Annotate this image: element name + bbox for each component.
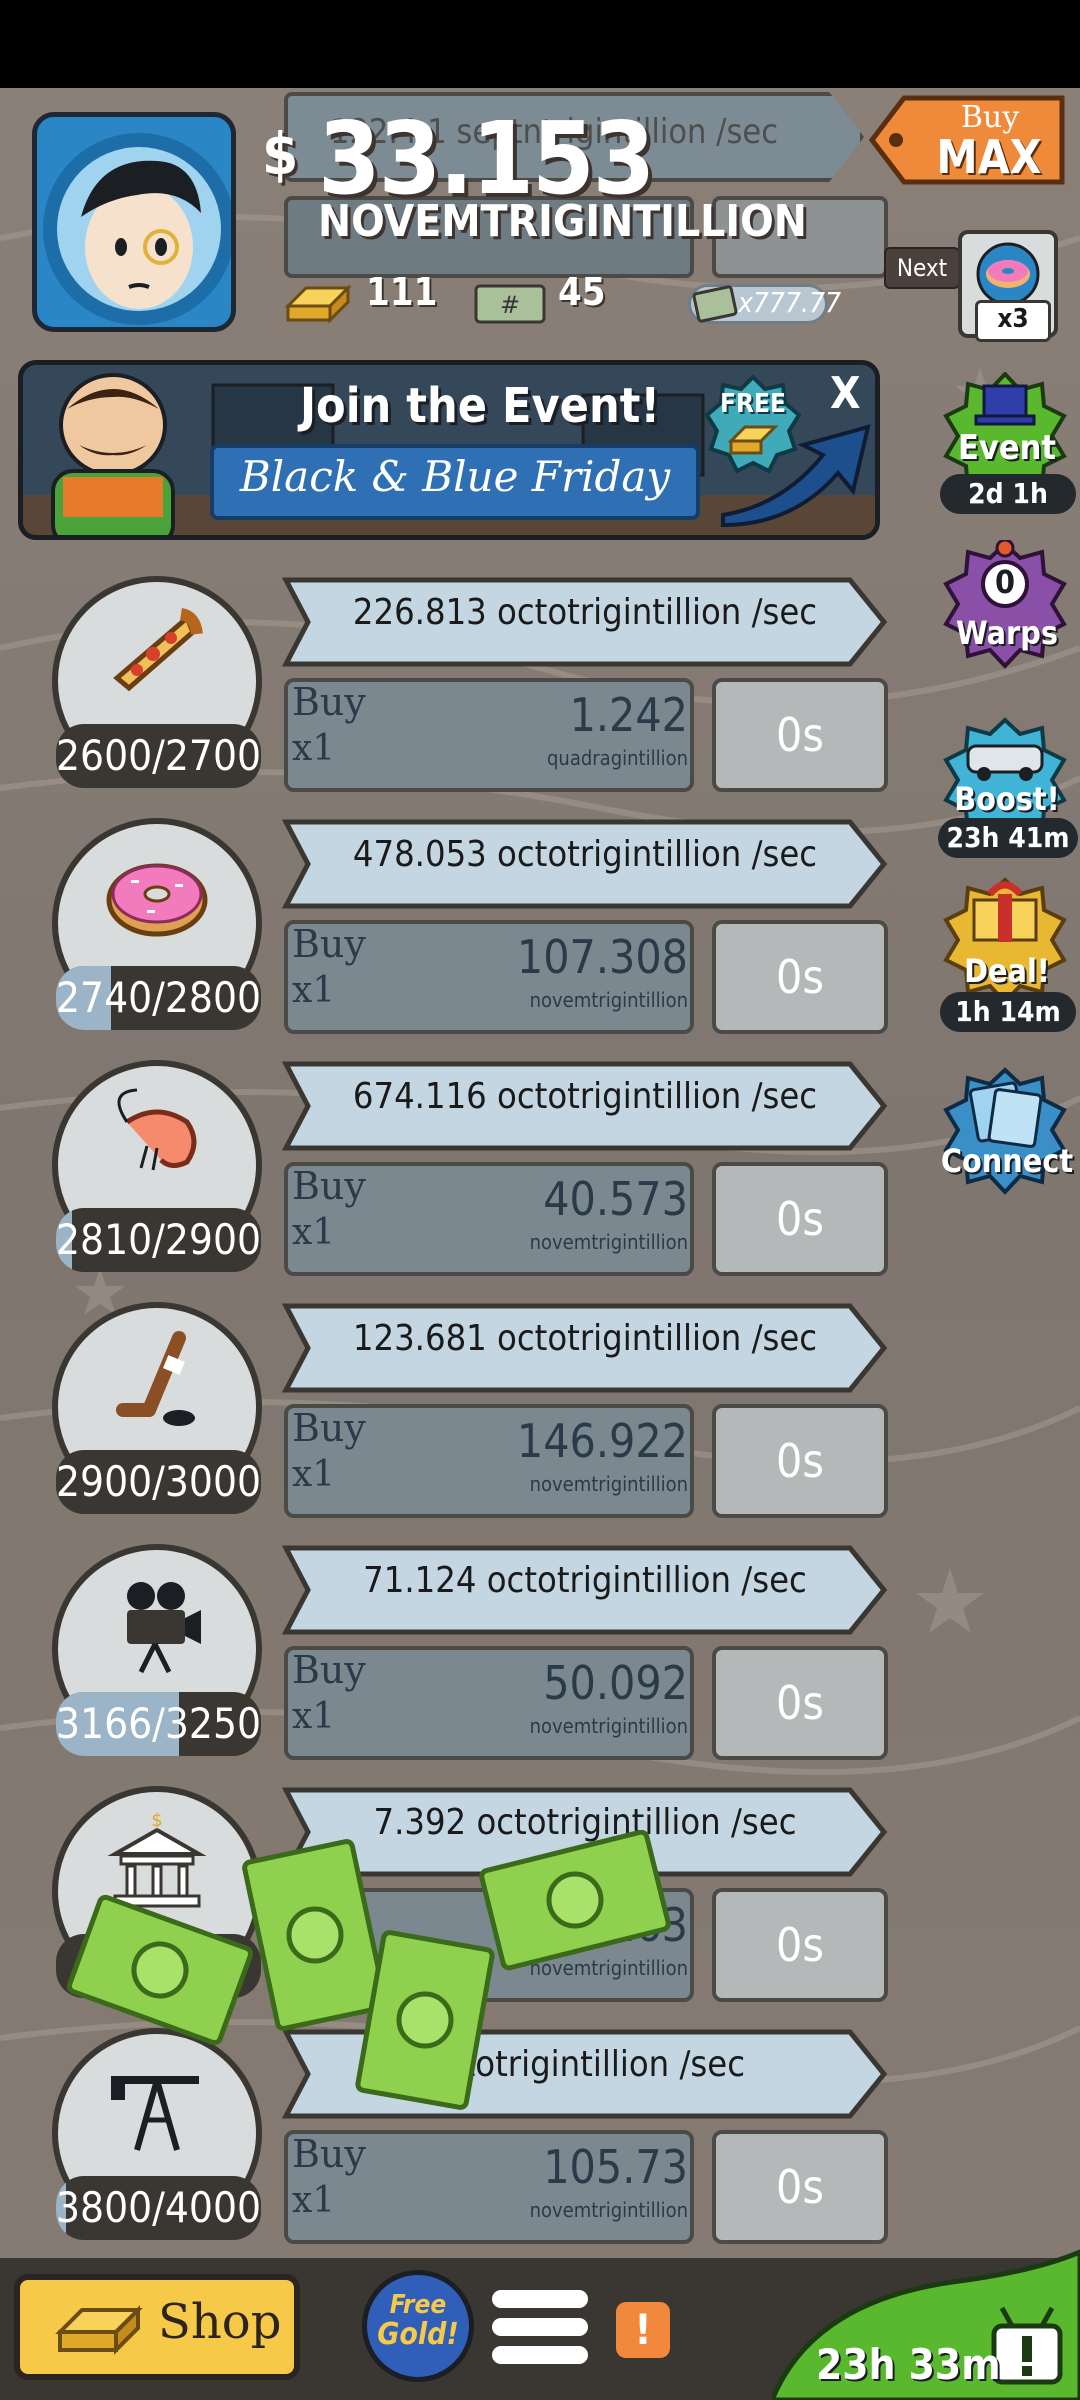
buy-multiplier: x1: [292, 1696, 336, 1737]
business-price: 105.73: [543, 2140, 688, 2194]
gold-bars-icon: [284, 284, 352, 324]
business-timer[interactable]: 0s: [712, 1646, 888, 1760]
buy-label: Buy: [292, 1164, 366, 1208]
shop-label: Shop: [158, 2294, 282, 2350]
buy-max-bottom-label: MAX: [936, 130, 1042, 184]
movie-camera-icon: [127, 1582, 201, 1674]
business-row: 2740/2800 478.053 octotrigintillion /sec…: [0, 818, 1080, 1060]
business-owned-count: 2740/2800: [56, 966, 261, 1030]
business-price-unit: novemtrigintillion: [529, 988, 688, 1012]
menu-icon-bar: [492, 2318, 588, 2336]
banner-close-button[interactable]: X: [830, 368, 861, 419]
free-gold-label-top: Free: [389, 2290, 447, 2320]
business-owned-count-text: 2740/2800: [56, 973, 261, 1022]
business-owned-count-text: 3800/4000: [56, 2183, 261, 2232]
business-price-unit: novemtrigintillion: [529, 1714, 688, 1738]
gold-count: 111: [366, 270, 438, 314]
capitalist-portrait-icon: [43, 133, 231, 325]
business-price: 107.308: [516, 930, 688, 984]
alert-icon[interactable]: !: [616, 2302, 670, 2358]
donut-icon: [106, 863, 208, 937]
business-row: 2810/2900 674.116 octotrigintillion /sec…: [0, 1060, 1080, 1302]
business-owned-count: 2810/2900: [56, 1208, 261, 1272]
business-row: 2900/3000 123.681 octotrigintillion /sec…: [0, 1302, 1080, 1544]
business-price-unit: novemtrigintillion: [529, 2198, 688, 2222]
menu-icon-bar: [492, 2290, 588, 2308]
business-rate-text: 478.053 octotrigintillion /sec: [352, 834, 818, 875]
business-timer[interactable]: 0s: [712, 920, 888, 1034]
donut-icon: [976, 242, 1040, 306]
buy-label: Buy: [292, 1648, 366, 1692]
svg-text:$: $: [151, 1810, 162, 1831]
business-price: 40.573: [543, 1172, 688, 1226]
shrimp-icon: [117, 1088, 197, 1171]
buy-max-button[interactable]: Buy MAX: [852, 92, 1070, 188]
business-rate-text: 123.681 octotrigintillion /sec: [352, 1318, 818, 1359]
event-timer: 2d 1h: [940, 474, 1076, 514]
free-gold-tag: FREE: [704, 374, 802, 479]
tv-timer: 23h 33m: [816, 2340, 1001, 2389]
business-owned-count-text: 2600/2700: [56, 731, 261, 780]
multiplier-value: x777.77: [738, 286, 842, 319]
business-timer[interactable]: 0s: [712, 2130, 888, 2244]
megabucks-count: 45: [558, 270, 606, 314]
business-owned-count: 3166/3250: [56, 1692, 261, 1756]
business-price-unit: novemtrigintillion: [529, 1472, 688, 1496]
business-rate-text: 71.124 octotrigintillion /sec: [363, 1560, 807, 1601]
player-avatar[interactable]: [32, 112, 236, 332]
free-gold-label: Free Gold!: [362, 2290, 474, 2350]
event-subtitle: Black & Blue Friday: [239, 452, 671, 501]
business-owned-count-text: 2900/3000: [56, 1457, 261, 1506]
free-gold-label-bottom: Gold!: [377, 2317, 459, 2352]
business-price: 50.092: [543, 1656, 688, 1710]
menu-icon-bar: [492, 2346, 588, 2364]
event-title: Join the Event!: [300, 378, 661, 434]
hockey-stick-icon: [116, 1331, 195, 1426]
business-owned-count-text: 2810/2900: [56, 1215, 261, 1264]
angel-bill-icon: [692, 285, 738, 323]
buy-label: Buy: [292, 2132, 366, 2176]
buy-label: Buy: [292, 922, 366, 966]
business-timer[interactable]: 0s: [712, 1888, 888, 2002]
buy-multiplier: x1: [292, 970, 336, 1011]
business-row: 3166/3250 71.124 octotrigintillion /sec …: [0, 1544, 1080, 1786]
business-owned-count-text: 3166/3250: [56, 1699, 261, 1748]
business-price-unit: novemtrigintillion: [529, 1230, 688, 1254]
business-timer[interactable]: 0s: [712, 1404, 888, 1518]
flying-cash-effect: [66, 1830, 671, 2110]
business-owned-count: 3800/4000: [56, 2176, 261, 2240]
next-multiplier: x3: [975, 300, 1051, 342]
event-label: Event: [958, 428, 1056, 468]
buy-multiplier: x1: [292, 1454, 336, 1495]
business-row: 2600/2700 226.813 octotrigintillion /sec…: [0, 576, 1080, 818]
status-bar: [0, 0, 1080, 88]
business-timer[interactable]: 0s: [712, 1162, 888, 1276]
next-label: Next: [884, 247, 960, 289]
business-rate-text: 226.813 octotrigintillion /sec: [352, 592, 818, 633]
menu-button[interactable]: [488, 2286, 592, 2370]
business-price-unit: quadragintillion: [547, 746, 688, 770]
buy-multiplier: x1: [292, 728, 336, 769]
free-label: FREE: [720, 389, 786, 419]
business-price: 1.242: [569, 688, 688, 742]
business-rate-text: 674.116 octotrigintillion /sec: [352, 1076, 818, 1117]
business-timer[interactable]: 0s: [712, 678, 888, 792]
buy-multiplier: x1: [292, 1212, 336, 1253]
buy-multiplier: x1: [292, 2180, 336, 2221]
business-owned-count: 2600/2700: [56, 724, 261, 788]
business-owned-count: 2900/3000: [56, 1450, 261, 1514]
shop-gold-icon: [55, 2305, 143, 2355]
buy-label: Buy: [292, 1406, 366, 1450]
buy-label: Buy: [292, 680, 366, 724]
pizza-icon: [113, 608, 203, 692]
megabucks-icon: #: [474, 284, 546, 324]
currency-symbol: $: [262, 120, 299, 188]
business-price: 146.922: [516, 1414, 688, 1468]
money-unit: NOVEMTRIGINTILLION: [318, 196, 807, 247]
svg-text:#: #: [500, 291, 520, 319]
